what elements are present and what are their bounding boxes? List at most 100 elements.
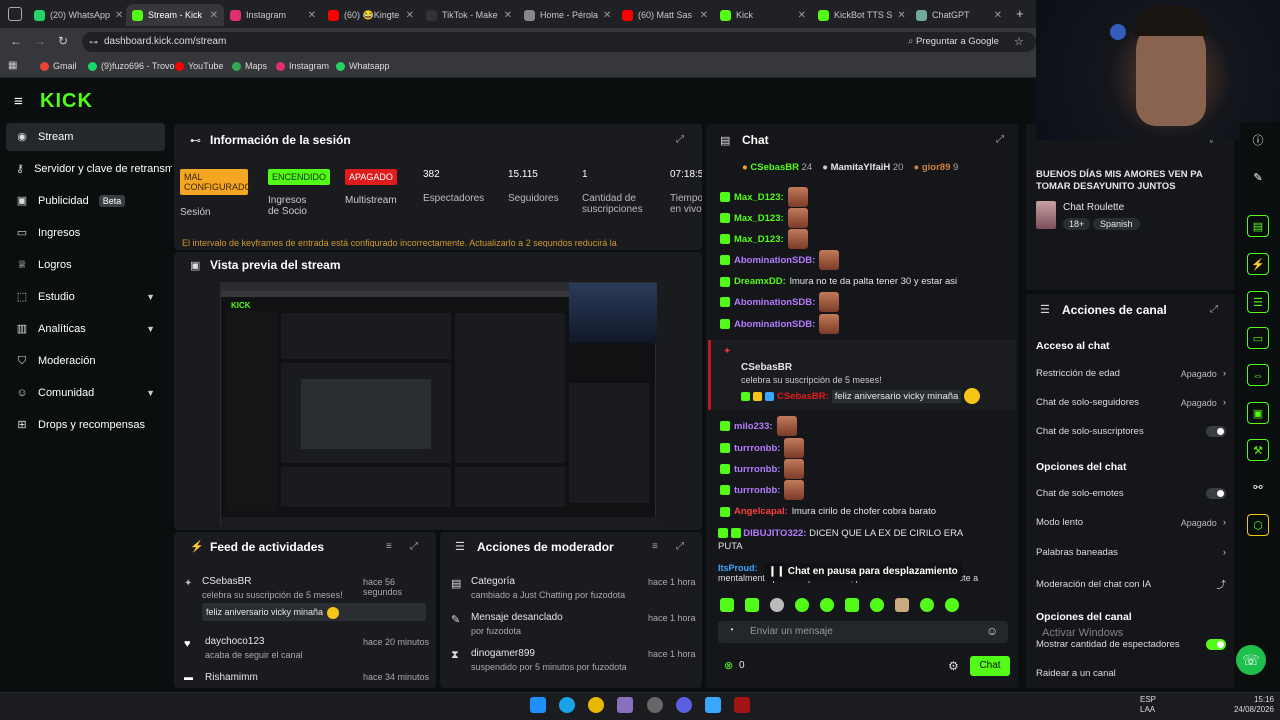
expand-icon[interactable]: ⤢ bbox=[996, 134, 1004, 145]
expand-icon[interactable]: ⤢ bbox=[1210, 304, 1218, 315]
close-icon[interactable]: ✕ bbox=[210, 10, 218, 21]
ask-google-button[interactable]: ⌕ Preguntar a Google bbox=[908, 32, 999, 52]
sidebar-item-estudio[interactable]: ⬚ Estudio ▼ bbox=[6, 283, 165, 311]
tab-search-icon[interactable] bbox=[8, 7, 22, 21]
setting-subs-only[interactable]: Chat de solo-suscriptores bbox=[1036, 426, 1226, 437]
new-tab-icon[interactable]: + bbox=[1016, 6, 1024, 21]
bookmark-gmail[interactable]: Gmail bbox=[40, 61, 77, 71]
sidebar-item-comunidad[interactable]: ☺ Comunidad ▼ bbox=[6, 379, 165, 407]
setting-banned-words[interactable]: Palabras baneadas › bbox=[1036, 547, 1226, 558]
windows-start-icon[interactable] bbox=[530, 697, 546, 713]
toggle-switch[interactable] bbox=[1206, 488, 1226, 499]
close-icon[interactable]: ✕ bbox=[700, 10, 708, 21]
whatsapp-floating-icon[interactable]: ☏ bbox=[1236, 645, 1266, 675]
video-icon[interactable]: ▣ bbox=[1247, 402, 1269, 424]
app-icon[interactable] bbox=[734, 697, 750, 713]
bookmark-maps[interactable]: Maps bbox=[232, 61, 267, 71]
back-icon[interactable]: ← bbox=[10, 34, 22, 48]
emoji-icon[interactable]: ☺ bbox=[986, 624, 998, 638]
setting-followers-only[interactable]: Chat de solo-seguidores Apagado › bbox=[1036, 397, 1226, 408]
site-info-icon[interactable]: ⊶ bbox=[89, 32, 98, 52]
close-icon[interactable]: ✕ bbox=[994, 10, 1002, 21]
category-name[interactable]: Chat Roulette bbox=[1063, 202, 1124, 213]
filter-icon[interactable]: ≡ bbox=[386, 541, 392, 552]
apps-grid-icon[interactable]: ▦ bbox=[8, 60, 17, 71]
bookmark-whatsapp[interactable]: Whatsapp bbox=[336, 61, 390, 71]
setting-show-viewers[interactable]: Mostrar cantidad de espectadores bbox=[1036, 639, 1226, 650]
chrome-icon[interactable] bbox=[588, 697, 604, 713]
tool-icon[interactable]: ⚒ bbox=[1247, 439, 1269, 461]
tab-kick[interactable]: Kick ✕ bbox=[714, 4, 812, 26]
expand-icon[interactable]: ⤢ bbox=[676, 134, 684, 145]
expand-icon[interactable]: ⤢ bbox=[676, 541, 684, 552]
language-indicator[interactable]: ESP LAA bbox=[1140, 695, 1158, 715]
tab-home[interactable]: Home - Pérola ✕ bbox=[518, 4, 616, 26]
bookmark-trovo[interactable]: (9)fuzo696 - Trovo bbox=[88, 61, 175, 71]
settings-icon[interactable]: ⬡ bbox=[1247, 514, 1269, 536]
setting-raid[interactable]: Raidear a un canal bbox=[1036, 668, 1226, 679]
reload-icon[interactable]: ↻ bbox=[58, 34, 68, 48]
file-icon[interactable] bbox=[705, 697, 721, 713]
sidebar-item-server-key[interactable]: ⚷Servidor y clave de retransmisión bbox=[6, 155, 172, 183]
clock[interactable]: 15:16 24/08/2026 bbox=[1230, 695, 1274, 715]
chat-input[interactable]: ◔ Enviar un mensaje ☺ bbox=[718, 621, 1008, 643]
bookmark-instagram[interactable]: Instagram bbox=[276, 61, 329, 71]
sidebar-item-drops[interactable]: ⊞ Drops y recompensas bbox=[6, 411, 165, 439]
tab-tiktok[interactable]: TikTok - Make ✕ bbox=[420, 4, 518, 26]
discord-icon[interactable] bbox=[676, 697, 692, 713]
chat-paused-banner[interactable]: ❙❙ Chat en pausa para desplazamiento bbox=[764, 563, 962, 581]
stream-preview-video[interactable]: KICK bbox=[220, 282, 657, 527]
emote[interactable] bbox=[720, 598, 734, 612]
gear-icon[interactable]: ⚙ bbox=[948, 659, 959, 673]
filter-icon[interactable]: ≡ bbox=[652, 541, 658, 552]
obs-icon[interactable] bbox=[647, 697, 663, 713]
expand-icon[interactable]: ⤢ bbox=[410, 541, 418, 552]
close-icon[interactable]: ✕ bbox=[308, 10, 316, 21]
emote[interactable] bbox=[870, 598, 884, 612]
emote[interactable] bbox=[845, 598, 859, 612]
tab-chatgpt[interactable]: ChatGPT ✕ bbox=[910, 4, 1008, 26]
url-field[interactable]: ⊶ dashboard.kick.com/stream ⌕ Preguntar … bbox=[82, 32, 1036, 52]
panel-icon[interactable]: ▤ bbox=[1247, 215, 1269, 237]
sidebar-item-logros[interactable]: ♕ Logros bbox=[6, 251, 165, 279]
emote[interactable] bbox=[895, 598, 909, 612]
edge-icon[interactable] bbox=[559, 697, 575, 713]
menu-icon[interactable]: ≡ bbox=[14, 93, 23, 110]
tab-whatsapp[interactable]: (20) WhatsApp ✕ bbox=[28, 4, 126, 26]
info-icon[interactable]: ⓘ bbox=[1247, 130, 1269, 152]
emote[interactable] bbox=[945, 598, 959, 612]
tab-kickbot[interactable]: KickBot TTS S ✕ bbox=[812, 4, 910, 26]
tab-instagram[interactable]: Instagram ✕ bbox=[224, 4, 322, 26]
bookmark-youtube[interactable]: YouTube bbox=[175, 61, 223, 71]
app-icon[interactable] bbox=[617, 697, 633, 713]
forward-icon[interactable]: → bbox=[34, 34, 46, 48]
emote[interactable] bbox=[770, 598, 784, 612]
emote[interactable] bbox=[795, 598, 809, 612]
close-icon[interactable]: ✕ bbox=[798, 10, 806, 21]
sidebar-item-moderacion[interactable]: ⛉ Moderación bbox=[6, 347, 165, 375]
close-icon[interactable]: ✕ bbox=[603, 10, 611, 21]
tab-youtube-1[interactable]: (60) 😂Kingte ✕ bbox=[322, 4, 420, 26]
sidebar-item-ingresos[interactable]: ▭ Ingresos bbox=[6, 219, 165, 247]
sidebar-item-analiticas[interactable]: ▥ Analíticas ▼ bbox=[6, 315, 165, 343]
tab-stream-kick[interactable]: Stream - Kick ✕ bbox=[126, 4, 224, 26]
send-chat-button[interactable]: Chat bbox=[970, 656, 1010, 676]
close-icon[interactable]: ✕ bbox=[504, 10, 512, 21]
kick-logo[interactable]: KICK bbox=[40, 90, 93, 113]
emote[interactable] bbox=[745, 598, 759, 612]
toggle-switch[interactable] bbox=[1206, 639, 1226, 650]
tab-youtube-2[interactable]: (60) Matt Sas ✕ bbox=[616, 4, 714, 26]
sidebar-item-publicidad[interactable]: ▣ Publicidad Beta bbox=[6, 187, 165, 215]
close-icon[interactable]: ✕ bbox=[406, 10, 414, 21]
chat-icon[interactable]: ▭ bbox=[1247, 327, 1269, 349]
edit-icon[interactable]: ✎ bbox=[1247, 167, 1269, 189]
close-icon[interactable]: ✕ bbox=[897, 10, 905, 21]
code-icon[interactable]: ⇔ bbox=[1247, 364, 1269, 386]
setting-slow-mode[interactable]: Modo lento Apagado › bbox=[1036, 517, 1226, 528]
setting-ai-moderation[interactable]: Moderación del chat con IA ⤴ bbox=[1036, 577, 1226, 592]
setting-age-restriction[interactable]: Restricción de edad Apagado › bbox=[1036, 368, 1226, 379]
close-icon[interactable]: ✕ bbox=[115, 10, 123, 21]
star-icon[interactable]: ☆ bbox=[1014, 32, 1024, 52]
emote[interactable] bbox=[820, 598, 834, 612]
emote[interactable] bbox=[920, 598, 934, 612]
